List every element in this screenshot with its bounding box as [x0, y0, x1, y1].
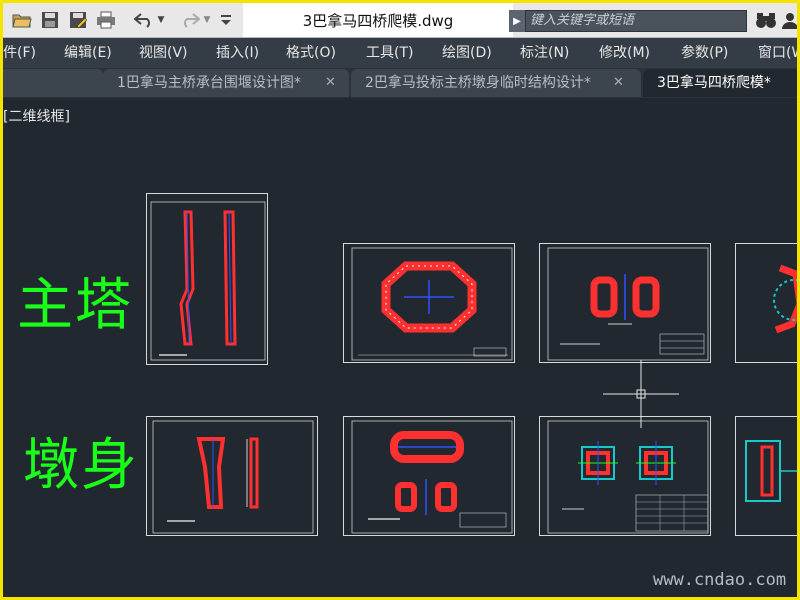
open-icon[interactable] — [11, 9, 33, 31]
tab-climbing-formwork[interactable]: 3巴拿马四桥爬模* — [643, 69, 797, 97]
menu-file[interactable]: 件(F) — [3, 38, 36, 68]
menu-draw[interactable]: 绘图(D) — [442, 38, 492, 68]
drawing-sheet-tower-elevation[interactable] — [146, 193, 268, 365]
menu-parametric[interactable]: 参数(P) — [681, 38, 728, 68]
binoculars-icon[interactable] — [755, 9, 777, 31]
menu-window[interactable]: 窗口(W — [758, 38, 797, 68]
redo-dropdown-icon[interactable]: ▼ — [201, 9, 213, 31]
menu-bar: 件(F) 编辑(E) 视图(V) 插入(I) 格式(O) 工具(T) 绘图(D)… — [3, 38, 797, 68]
autocad-window: ▼ ▼ 3巴拿马四桥爬模.dwg ▶ 键入关键字或短语 件(F) 编辑(E) 视… — [3, 3, 797, 597]
search-input[interactable]: 键入关键字或短语 — [525, 10, 747, 32]
tab-label: 2巴拿马投标主桥墩身临时结构设计* — [365, 75, 591, 91]
menu-tools[interactable]: 工具(T) — [366, 38, 413, 68]
file-tab-bar: 1巴拿马主桥承台围堰设计图* ✕ 2巴拿马投标主桥墩身临时结构设计* ✕ 3巴拿… — [3, 68, 797, 98]
drawing-sheet-tower-detail[interactable] — [735, 243, 797, 363]
undo-dropdown-icon[interactable]: ▼ — [155, 9, 167, 31]
menu-format[interactable]: 格式(O) — [286, 38, 336, 68]
watermark: www.cndao.com — [653, 570, 787, 590]
menu-edit[interactable]: 编辑(E) — [64, 38, 112, 68]
tab-hidden-previous[interactable] — [3, 69, 103, 97]
tab-label: 3巴拿马四桥爬模* — [657, 75, 771, 91]
undo-icon[interactable] — [133, 9, 155, 31]
label-tower: 主塔 — [17, 273, 133, 338]
tab-cofferdam-design[interactable]: 1巴拿马主桥承台围堰设计图* ✕ — [103, 69, 349, 97]
menu-modify[interactable]: 修改(M) — [599, 38, 650, 68]
crosshair-cursor-icon — [603, 360, 679, 428]
drawing-sheet-tower-section[interactable] — [343, 243, 515, 363]
print-icon[interactable] — [95, 9, 117, 31]
user-icon[interactable] — [779, 9, 797, 31]
drawing-sheet-pier-elevation[interactable] — [146, 416, 318, 536]
drawing-sheet-pier-sections[interactable] — [343, 416, 515, 536]
menu-insert[interactable]: 插入(I) — [216, 38, 259, 68]
customize-dropdown-icon[interactable] — [219, 9, 233, 31]
viewport-visual-style-label[interactable]: [二维线框] — [3, 106, 70, 126]
tab-pier-temporary-structure[interactable]: 2巴拿马投标主桥墩身临时结构设计* ✕ — [351, 69, 641, 97]
menu-view[interactable]: 视图(V) — [139, 38, 188, 68]
save-as-icon[interactable] — [67, 9, 89, 31]
close-icon[interactable]: ✕ — [325, 69, 336, 97]
menu-dimension[interactable]: 标注(N) — [520, 38, 569, 68]
drawing-canvas[interactable]: [二维线框] 主塔 墩身 www.cndao.com — [3, 98, 797, 597]
save-icon[interactable] — [39, 9, 61, 31]
drawing-sheet-pier-detail[interactable] — [735, 416, 797, 536]
title-bar: ▼ ▼ 3巴拿马四桥爬模.dwg ▶ 键入关键字或短语 — [3, 3, 797, 38]
tab-label: 1巴拿马主桥承台围堰设计图* — [117, 75, 301, 91]
search-expand-icon[interactable]: ▶ — [509, 10, 525, 32]
close-icon[interactable]: ✕ — [613, 69, 624, 97]
label-pier: 墩身 — [23, 433, 139, 498]
redo-icon[interactable] — [179, 9, 201, 31]
drawing-sheet-pier-plans[interactable] — [539, 416, 711, 536]
drawing-sheet-tower-legs[interactable] — [539, 243, 711, 363]
document-title: 3巴拿马四桥爬模.dwg — [243, 3, 513, 37]
